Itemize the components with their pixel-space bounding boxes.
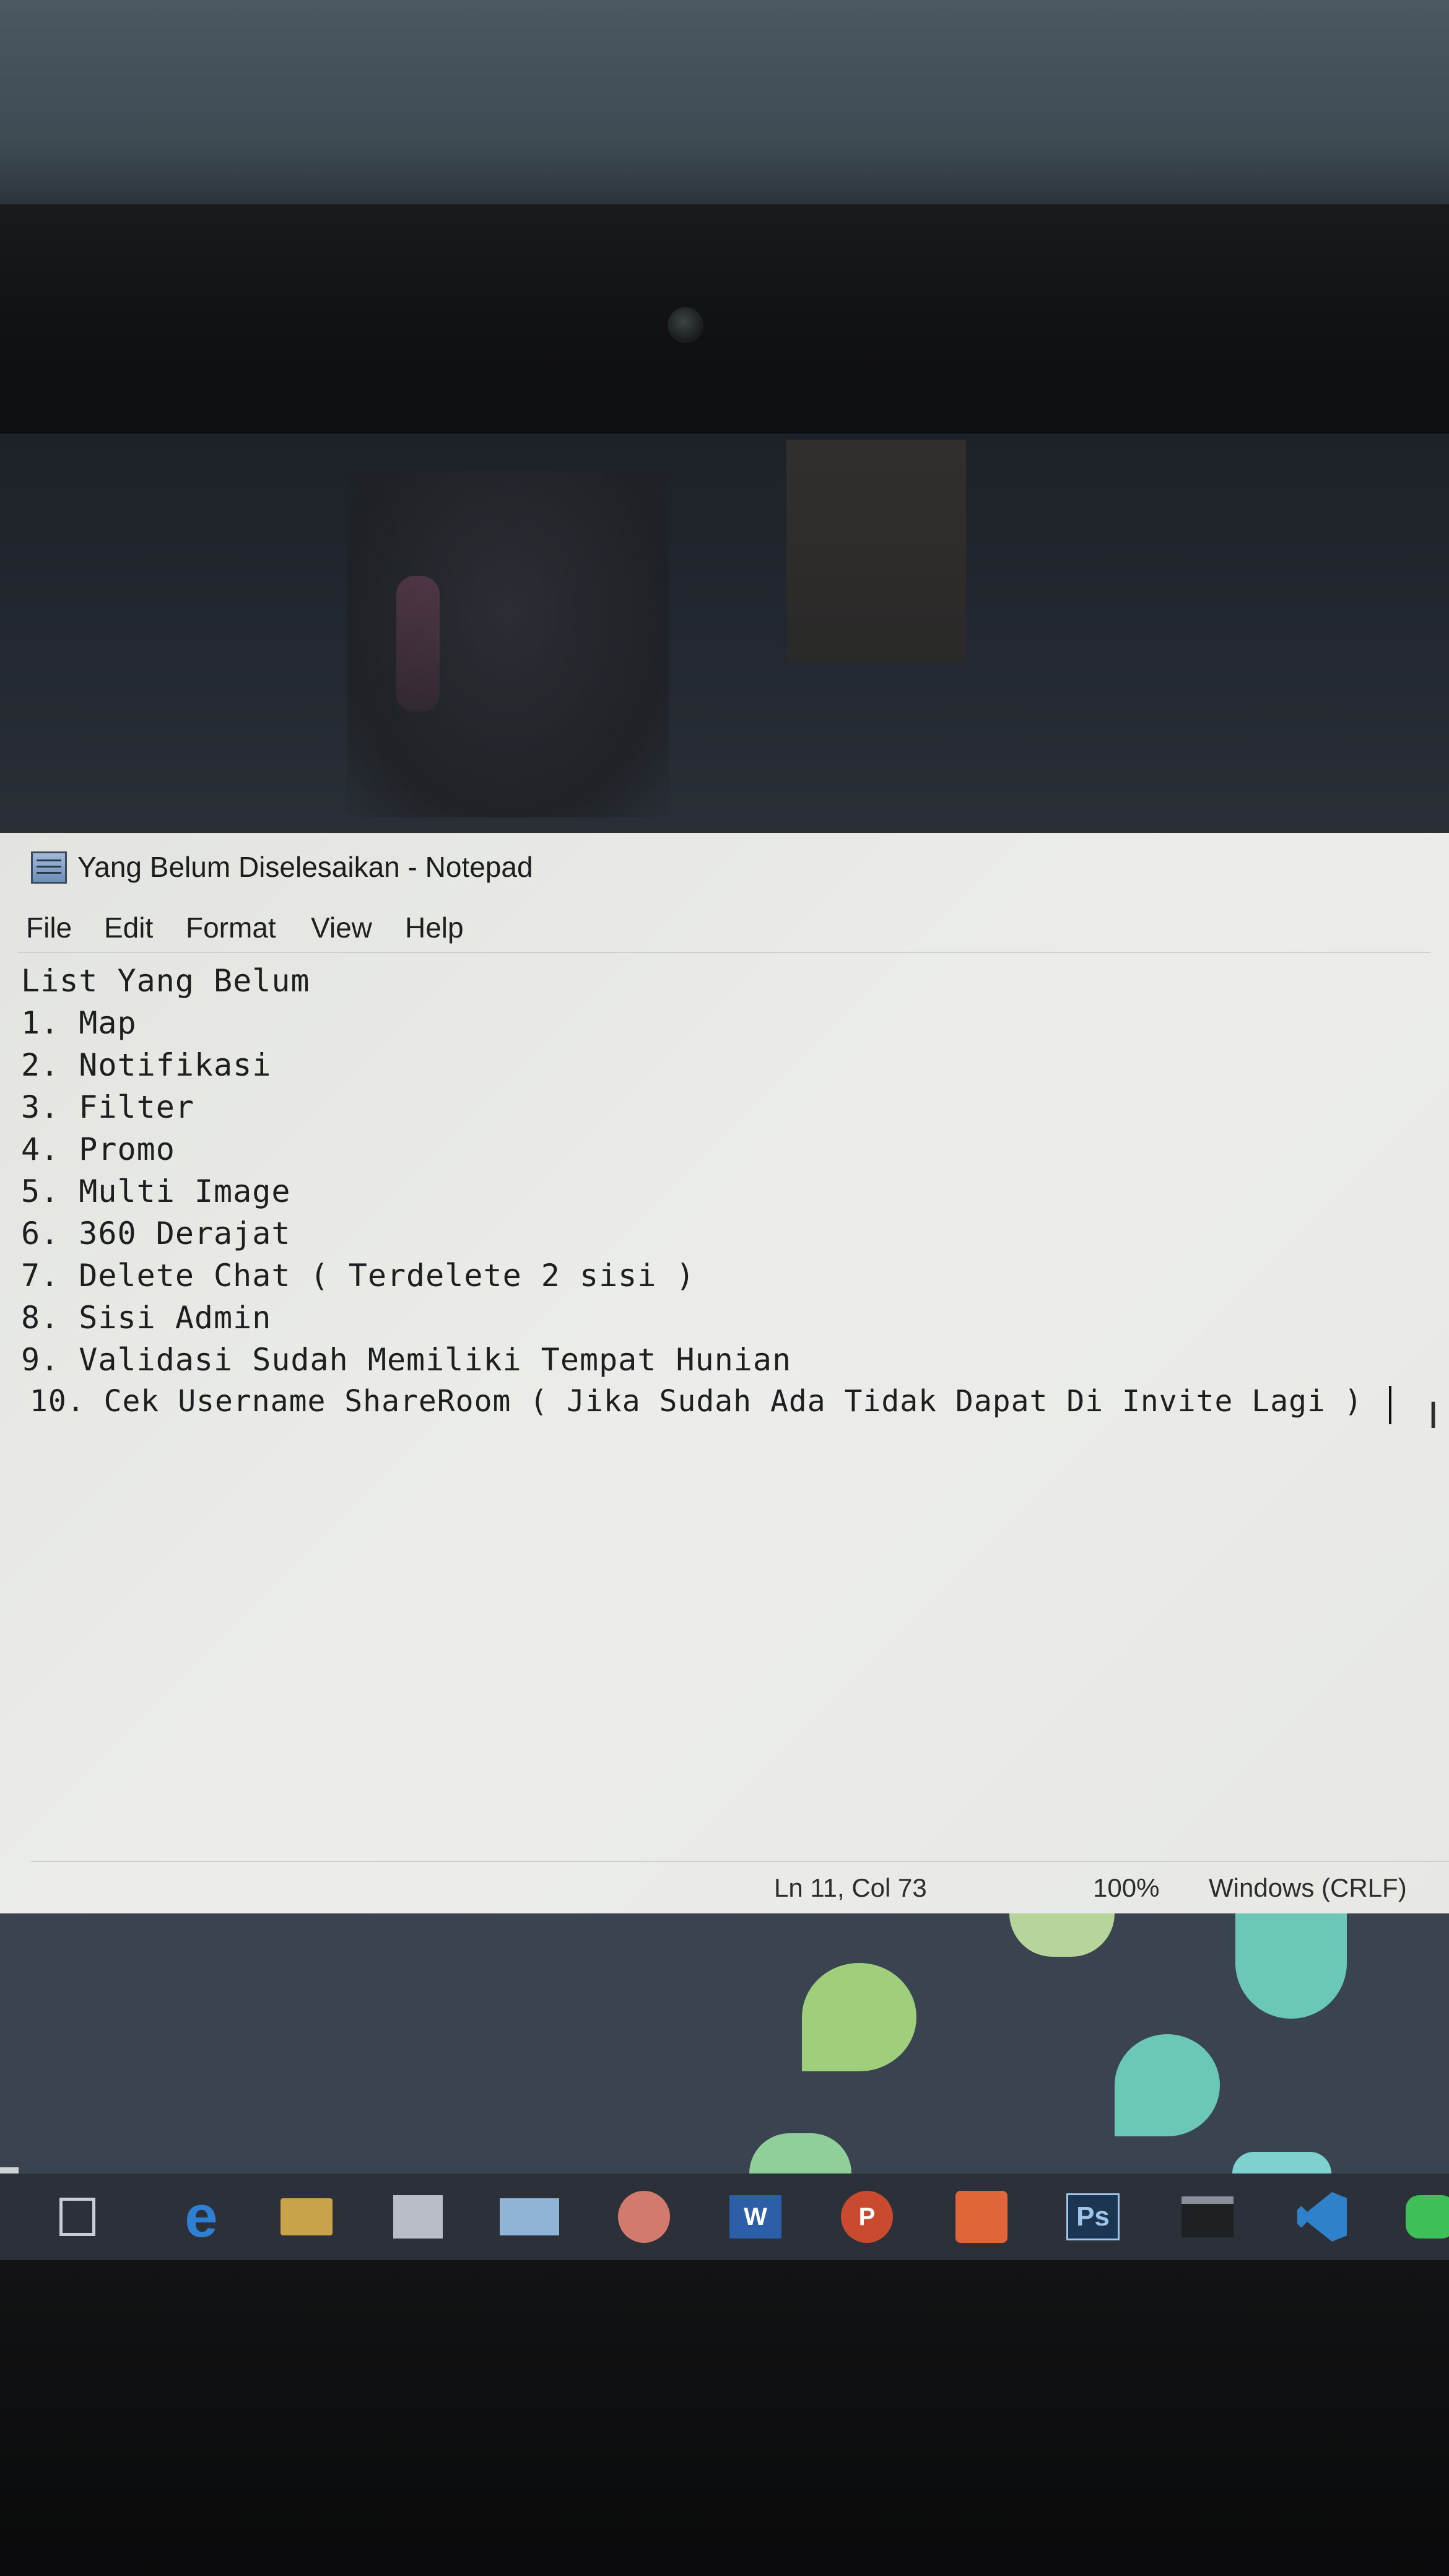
file-explorer-icon[interactable] bbox=[272, 2186, 341, 2248]
editor-line: 6. 360 Derajat bbox=[21, 1216, 291, 1251]
wallpaper-shape bbox=[1115, 2034, 1220, 2136]
reflection-highlight bbox=[396, 576, 440, 712]
menu-help[interactable]: Help bbox=[405, 911, 464, 944]
mail-icon[interactable] bbox=[495, 2186, 564, 2248]
editor-line: 8. Sisi Admin bbox=[21, 1300, 272, 1336]
notepad-window: Yang Belum Diselesaikan - Notepad File E… bbox=[0, 833, 1449, 1913]
chrome-icon[interactable] bbox=[610, 2186, 678, 2248]
vscode-icon[interactable] bbox=[1288, 2186, 1356, 2248]
editor-line: 10. Cek Username ShareRoom ( Jika Sudah … bbox=[30, 1384, 1363, 1419]
title-bar[interactable]: Yang Belum Diselesaikan - Notepad bbox=[0, 833, 1449, 895]
reflection-figure bbox=[347, 471, 669, 817]
laptop-bottom-bezel bbox=[0, 2260, 1449, 2576]
wallpaper-shape bbox=[802, 1963, 916, 2071]
editor-line: 2. Notifikasi bbox=[21, 1047, 272, 1083]
screen-reflection bbox=[0, 433, 1449, 833]
reflection-window bbox=[786, 440, 966, 663]
wall-background bbox=[0, 0, 1449, 211]
menu-format[interactable]: Format bbox=[186, 911, 276, 944]
taskbar: e W P Ps bbox=[0, 2174, 1449, 2260]
text-caret bbox=[1389, 1386, 1391, 1424]
powerpoint-label: P bbox=[841, 2191, 893, 2243]
status-zoom: 100% bbox=[1093, 1873, 1160, 1902]
terminal-icon[interactable] bbox=[1173, 2186, 1242, 2248]
wallpaper-shape bbox=[1232, 2152, 1331, 2174]
webcam bbox=[668, 307, 703, 343]
desktop-wallpaper bbox=[0, 1913, 1449, 2174]
edge-icon[interactable]: e bbox=[167, 2183, 235, 2250]
menu-file[interactable]: File bbox=[26, 911, 72, 944]
editor-line: 3. Filter bbox=[21, 1089, 194, 1125]
xampp-icon[interactable] bbox=[947, 2186, 1016, 2248]
wallpaper-shape bbox=[749, 2133, 851, 2174]
editor-line: 1. Map bbox=[21, 1005, 137, 1041]
edge-label: e bbox=[185, 2183, 218, 2250]
menu-edit[interactable]: Edit bbox=[104, 911, 153, 944]
editor-line: 4. Promo bbox=[21, 1131, 175, 1167]
line-icon[interactable] bbox=[1396, 2186, 1449, 2248]
text-editor[interactable]: List Yang Belum 1. Map 2. Notifikasi 3. … bbox=[19, 952, 1430, 1758]
editor-line: 7. Delete Chat ( Terdelete 2 sisi ) bbox=[21, 1258, 695, 1294]
store-icon[interactable] bbox=[384, 2186, 452, 2248]
wallpaper-shape bbox=[1009, 1913, 1115, 1957]
word-icon[interactable]: W bbox=[721, 2186, 790, 2248]
status-cursor-position: Ln 11, Col 73 bbox=[774, 1873, 927, 1902]
editor-line: 9. Validasi Sudah Memiliki Tempat Hunian bbox=[21, 1342, 792, 1378]
ibeam-cursor-icon: I bbox=[1428, 1395, 1439, 1437]
word-label: W bbox=[729, 2195, 781, 2239]
photoshop-label: Ps bbox=[1066, 2193, 1120, 2240]
powerpoint-icon[interactable]: P bbox=[833, 2186, 901, 2248]
status-line-ending: Windows (CRLF) bbox=[1209, 1873, 1407, 1902]
laptop-top-bezel bbox=[0, 204, 1449, 433]
editor-line: 5. Multi Image bbox=[21, 1173, 291, 1209]
menu-bar: File Edit Format View Help bbox=[0, 901, 1449, 951]
editor-line: List Yang Belum bbox=[21, 963, 310, 999]
status-bar: Ln 11, Col 73 100% Windows (CRLF) bbox=[31, 1861, 1449, 1912]
notepad-icon bbox=[31, 851, 67, 884]
photoshop-icon[interactable]: Ps bbox=[1059, 2186, 1127, 2248]
menu-view[interactable]: View bbox=[311, 911, 372, 944]
task-view-icon[interactable] bbox=[43, 2186, 111, 2248]
window-title: Yang Belum Diselesaikan - Notepad bbox=[77, 851, 533, 883]
wallpaper-shape bbox=[1235, 1913, 1347, 2019]
